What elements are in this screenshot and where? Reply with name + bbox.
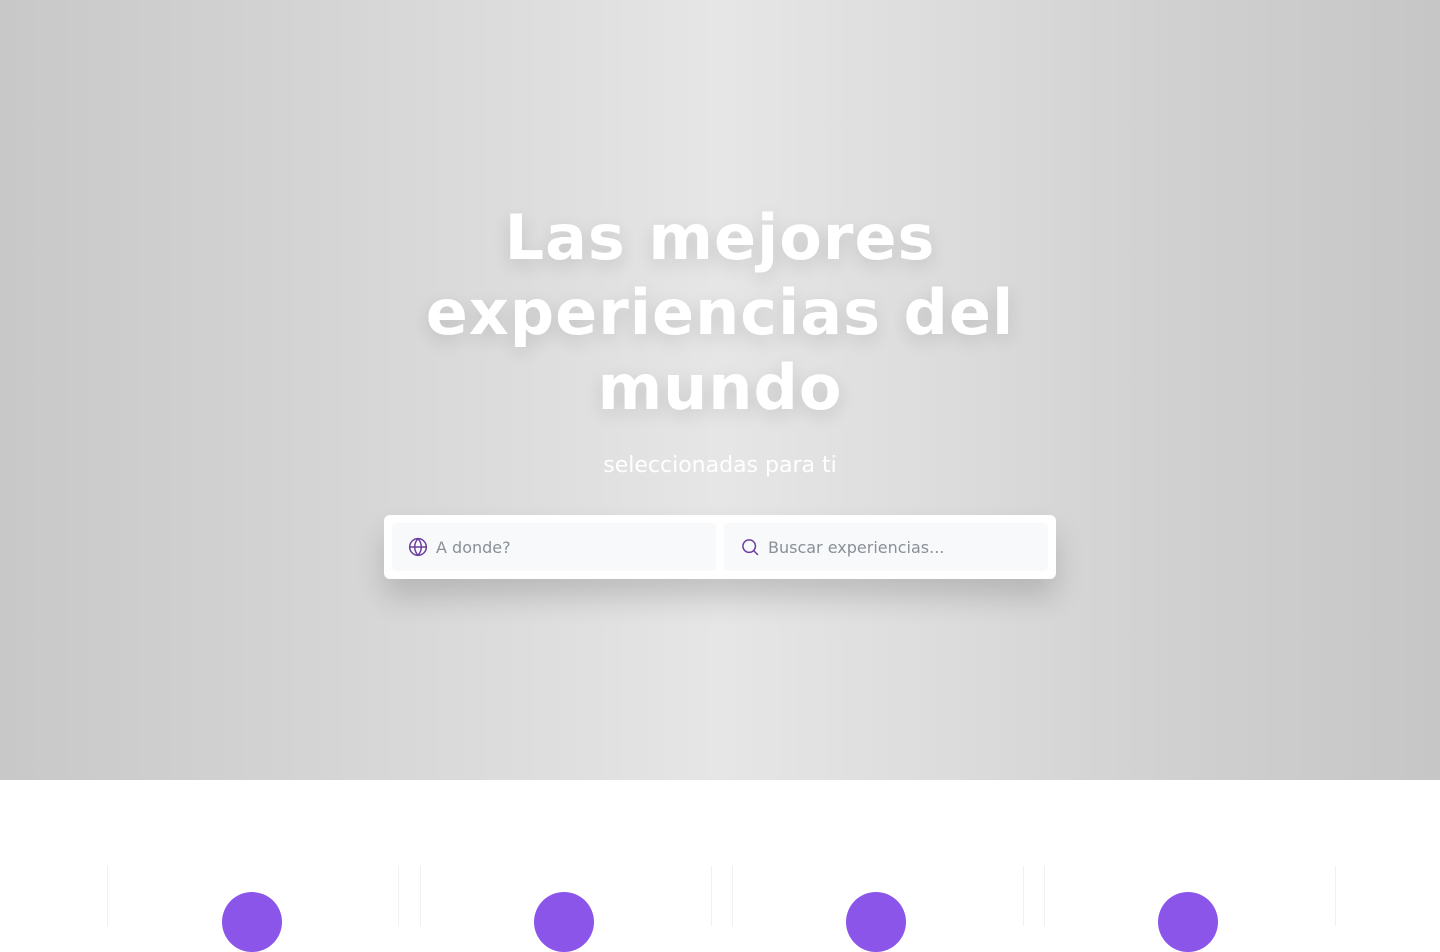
hero-title: Las mejores experiencias del mundo — [425, 201, 1015, 424]
hero-section: Las mejores experiencias del mundo selec… — [0, 0, 1440, 780]
search-bar — [384, 515, 1056, 579]
hero-subtitle: seleccionadas para ti — [603, 453, 837, 478]
globe-icon — [408, 537, 428, 557]
experience-search-input[interactable] — [768, 537, 1008, 557]
feature-icon-circle — [534, 892, 594, 952]
feature-icon-circle — [846, 892, 906, 952]
features-section — [0, 780, 1440, 952]
destination-input[interactable] — [436, 537, 676, 557]
feature-icon-circle — [222, 892, 282, 952]
search-icon — [740, 537, 760, 557]
experience-field[interactable] — [724, 523, 1048, 571]
destination-field[interactable] — [392, 523, 716, 571]
feature-icon-circle — [1158, 892, 1218, 952]
